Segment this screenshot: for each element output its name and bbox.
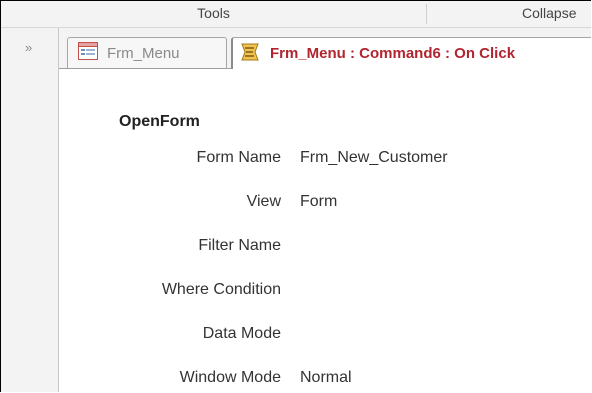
argument-label: View (246, 193, 281, 210)
expand-nav-pane-icon[interactable]: » (25, 40, 32, 55)
argument-label: Data Mode (202, 325, 281, 342)
macro-icon (239, 42, 261, 66)
macro-designer: OpenForm Form Name Frm_New_Customer View… (59, 69, 591, 392)
argument-value[interactable]: Frm_New_Customer (300, 149, 448, 167)
ribbon-group-labels: Tools Collapse (1, 1, 591, 28)
argument-label: Filter Name (198, 237, 281, 254)
argument-where-condition: Where Condition (59, 281, 579, 305)
tab-label: Frm_Menu (107, 44, 180, 62)
argument-label: Form Name (196, 149, 281, 166)
argument-view: View Form (59, 193, 579, 217)
ribbon-group-collapse: Collapse (522, 5, 577, 21)
navigation-pane-collapsed: » (1, 28, 59, 392)
document-tab-bar: Frm_Menu Frm_Menu : Command6 : On Click (59, 28, 591, 69)
access-window: Tools Collapse » Frm_Menu Frm_Menu: Com… (0, 0, 591, 392)
argument-label: Window Mode (179, 369, 281, 386)
ribbon-separator (426, 4, 427, 24)
argument-window-mode: Window Mode Normal (59, 369, 579, 392)
argument-label: Where Condition (161, 281, 281, 298)
argument-filter-name: Filter Name (59, 237, 579, 261)
argument-value[interactable]: Normal (300, 369, 352, 387)
form-icon (78, 42, 98, 64)
argument-data-mode: Data Mode (59, 325, 579, 349)
tab-macro-on-click[interactable]: Frm_Menu : Command6 : On Click (231, 37, 591, 69)
tab-label: Frm_Menu : Command6 : On Click (270, 45, 516, 62)
tab-frm-menu[interactable]: Frm_Menu (67, 37, 227, 68)
macro-action-name[interactable]: OpenForm (119, 113, 200, 131)
ribbon-group-tools: Tools (197, 5, 230, 21)
argument-form-name: Form Name Frm_New_Customer (59, 149, 579, 173)
argument-value[interactable]: Form (300, 193, 337, 211)
